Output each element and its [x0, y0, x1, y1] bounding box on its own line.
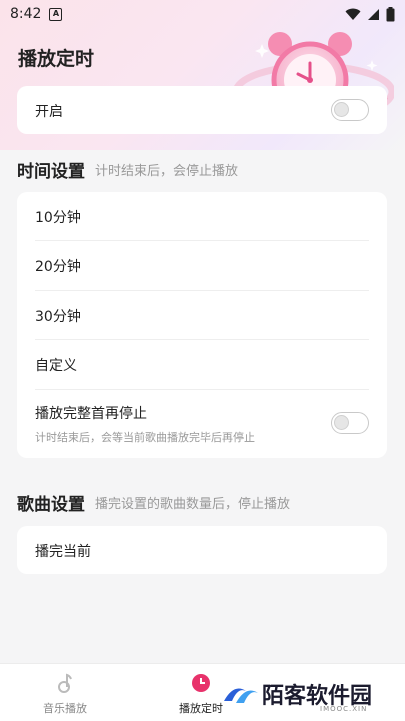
- toggle-knob: [334, 102, 349, 117]
- enable-timer-card: 开启: [17, 86, 387, 134]
- signal-icon: [368, 8, 379, 20]
- music-note-icon: [58, 673, 72, 693]
- nav-music-play[interactable]: 音乐播放: [0, 664, 130, 721]
- watermark-logo: 陌客软件园 IMOOC.XIN: [220, 678, 372, 713]
- song-options-card: 播完当前: [17, 526, 387, 574]
- toggle-knob: [334, 415, 349, 430]
- page-title: 播放定时: [18, 48, 95, 70]
- option-30min[interactable]: 30分钟: [35, 306, 81, 326]
- divider: [35, 240, 369, 241]
- finish-song-toggle[interactable]: [331, 412, 369, 434]
- divider: [35, 389, 369, 390]
- battery-icon: [386, 6, 395, 21]
- option-20min[interactable]: 20分钟: [35, 256, 81, 276]
- option-finish-current[interactable]: 播完当前: [35, 541, 91, 561]
- divider: [35, 290, 369, 291]
- song-settings-subtitle: 播完设置的歌曲数量后，停止播放: [95, 497, 291, 512]
- status-time: 8:42: [10, 6, 42, 22]
- finish-song-description: 计时结束后，会等当前歌曲播放完毕后再停止: [35, 431, 255, 444]
- time-options-card: 10分钟 20分钟 30分钟 自定义 播放完整首再停止 计时结束后，会等当前歌曲…: [17, 192, 387, 458]
- wifi-icon: [345, 8, 361, 20]
- timer-icon: [192, 674, 210, 692]
- app-notification-icon: A: [49, 7, 63, 21]
- status-bar: 8:42 A: [0, 0, 405, 28]
- enable-timer-label: 开启: [35, 104, 63, 120]
- option-10min[interactable]: 10分钟: [35, 207, 81, 227]
- watermark-swoosh-icon: [224, 688, 258, 703]
- divider: [35, 339, 369, 340]
- nav-music-play-label: 音乐播放: [43, 702, 87, 715]
- finish-song-label: 播放完整首再停止: [35, 406, 147, 422]
- time-settings-subtitle: 计时结束后，会停止播放: [95, 164, 239, 179]
- song-settings-title: 歌曲设置: [17, 495, 85, 515]
- option-custom[interactable]: 自定义: [35, 355, 77, 375]
- time-settings-title: 时间设置: [17, 162, 85, 182]
- watermark-subtext: IMOOC.XIN: [320, 705, 368, 713]
- enable-timer-toggle[interactable]: [331, 99, 369, 121]
